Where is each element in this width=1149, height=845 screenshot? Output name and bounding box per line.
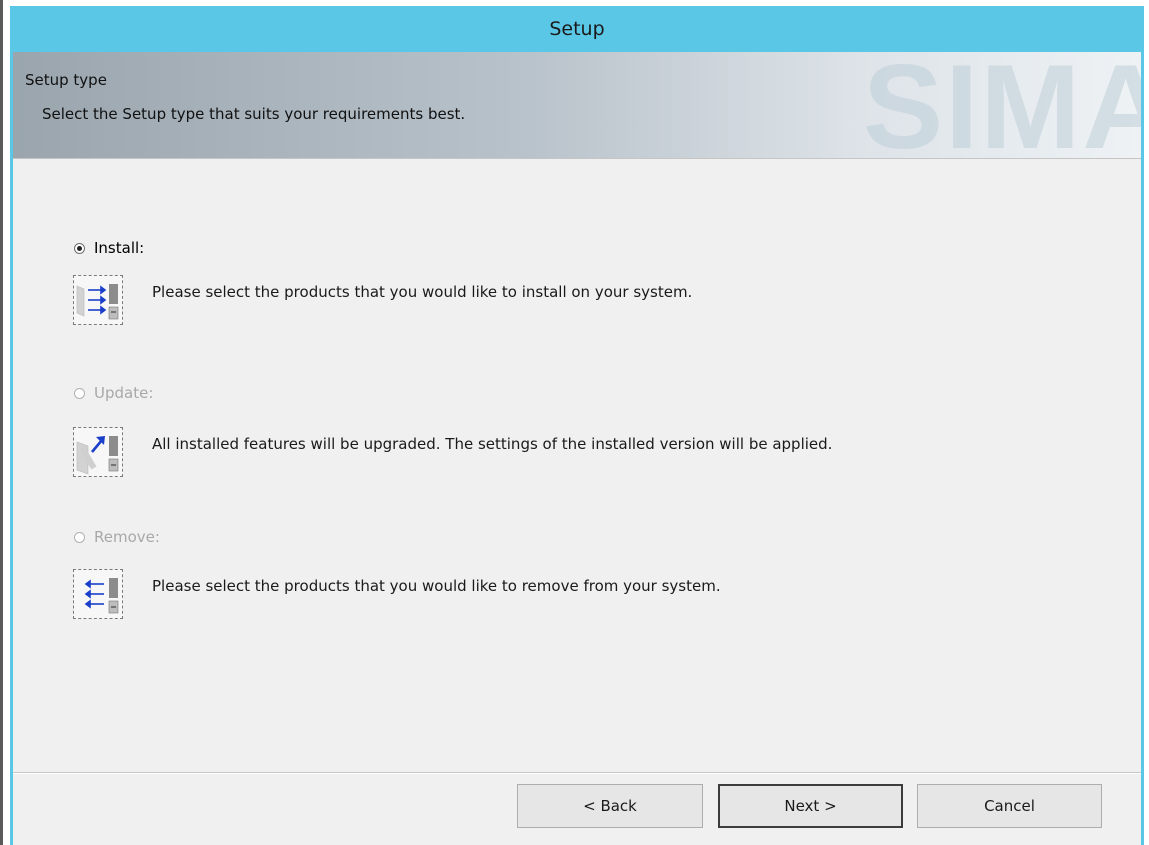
setup-window: Setup SIMA Setup type Select the Setup t… xyxy=(10,6,1144,845)
description-remove: Please select the products that you woul… xyxy=(152,577,721,595)
window-title: Setup xyxy=(549,18,605,40)
next-button[interactable]: Next > xyxy=(718,784,903,828)
radio-label-install: Install: xyxy=(94,239,145,257)
radio-update[interactable]: Update: xyxy=(74,384,153,402)
install-icon xyxy=(73,275,123,325)
header-banner: SIMA Setup type Select the Setup type th… xyxy=(13,52,1141,159)
radio-button-update[interactable] xyxy=(74,387,85,399)
page-heading: Setup type xyxy=(25,71,107,89)
radio-remove[interactable]: Remove: xyxy=(74,528,160,546)
radio-label-update: Update: xyxy=(94,384,154,402)
title-bar[interactable]: Setup xyxy=(13,6,1141,52)
update-icon xyxy=(73,427,123,477)
radio-label-remove: Remove: xyxy=(94,528,160,546)
description-install: Please select the products that you woul… xyxy=(152,283,693,301)
footer-divider xyxy=(13,772,1141,774)
banner-watermark-logo: SIMA xyxy=(863,52,1141,159)
cancel-button[interactable]: Cancel xyxy=(917,784,1102,828)
window-left-edge xyxy=(0,0,3,845)
description-update: All installed features will be upgraded.… xyxy=(152,435,833,453)
radio-button-remove[interactable] xyxy=(74,531,85,543)
remove-icon xyxy=(73,569,123,619)
radio-button-install[interactable] xyxy=(74,242,85,254)
radio-install[interactable]: Install: xyxy=(74,239,144,257)
page-subheading: Select the Setup type that suits your re… xyxy=(42,105,466,123)
back-button[interactable]: < Back xyxy=(517,784,703,828)
